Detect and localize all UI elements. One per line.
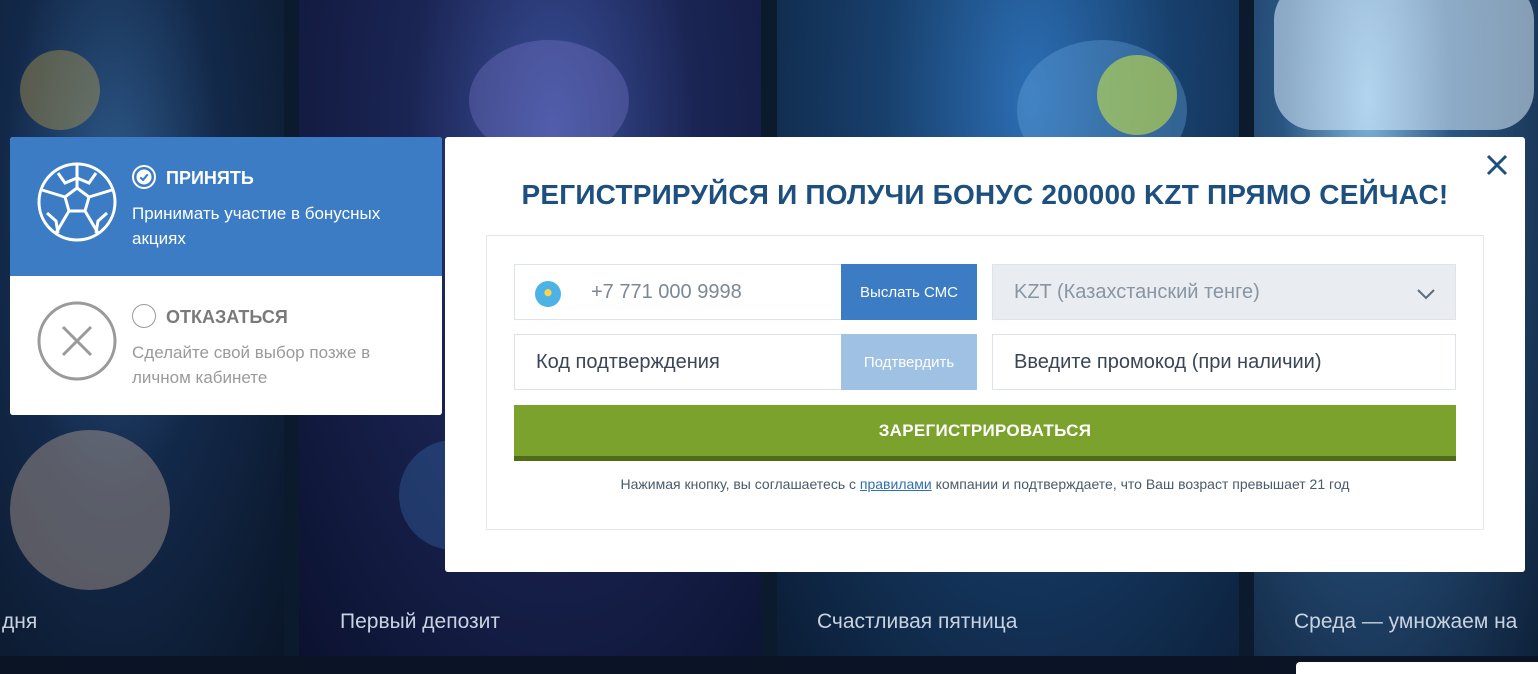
close-icon[interactable] bbox=[1483, 151, 1511, 179]
phone-number-input[interactable]: +7 771 000 9998 bbox=[591, 281, 742, 304]
registration-title: РЕГИСТРИРУЙСЯ И ПОЛУЧИ БОНУС 200000 KZT … bbox=[521, 179, 1449, 210]
currency-value: KZT (Казахстанский тенге) bbox=[1014, 281, 1260, 303]
currency-select[interactable]: KZT (Казахстанский тенге) bbox=[992, 264, 1456, 320]
decline-title: ОТКАЗАТЬСЯ bbox=[166, 307, 288, 327]
bonus-choice-panel: ПРИНЯТЬ Принимать участие в бонусных акц… bbox=[10, 137, 442, 415]
chevron-down-icon bbox=[1417, 289, 1435, 300]
kazakhstan-flag-icon[interactable] bbox=[535, 281, 561, 307]
confirmation-code-field[interactable]: Код подтверждения Подтвердить bbox=[514, 334, 977, 390]
promo-code-field[interactable]: Введите промокод (при наличии) bbox=[992, 334, 1456, 390]
registration-modal: РЕГИСТРИРУЙСЯ И ПОЛУЧИ БОНУС 200000 KZT … bbox=[445, 137, 1525, 572]
terms-after: компании и подтверждаете, что Ваш возрас… bbox=[931, 476, 1350, 492]
cross-circle-icon bbox=[37, 301, 117, 381]
terms-rules-link[interactable]: правилами bbox=[860, 476, 932, 492]
promo-tile-caption: Счастливая пятница bbox=[817, 610, 1018, 633]
terms-text: Нажимая кнопку, вы соглашаетесь с правил… bbox=[487, 476, 1483, 492]
decline-radio[interactable] bbox=[132, 304, 156, 328]
accept-bonus-option[interactable]: ПРИНЯТЬ Принимать участие в бонусных акц… bbox=[10, 137, 442, 276]
chat-widget-edge[interactable] bbox=[1296, 662, 1538, 674]
accept-description: Принимать участие в бонусных акциях bbox=[132, 204, 381, 248]
promo-tile-caption: Первый депозит bbox=[340, 610, 500, 633]
promo-code-input[interactable]: Введите промокод (при наличии) bbox=[1014, 351, 1322, 374]
accept-radio[interactable] bbox=[132, 165, 156, 189]
decline-bonus-option[interactable]: ОТКАЗАТЬСЯ Сделайте свой выбор позже в л… bbox=[10, 276, 442, 415]
accept-title: ПРИНЯТЬ bbox=[166, 168, 254, 188]
phone-field[interactable]: +7 771 000 9998 Выслать СМС bbox=[514, 264, 977, 320]
checkmark-icon bbox=[136, 169, 152, 185]
send-sms-button[interactable]: Выслать СМС bbox=[841, 264, 977, 320]
register-button[interactable]: ЗАРЕГИСТРИРОВАТЬСЯ bbox=[514, 405, 1456, 461]
confirmation-code-input[interactable]: Код подтверждения bbox=[536, 351, 720, 374]
promo-tile-caption: Среда — умножаем на bbox=[1294, 610, 1518, 633]
soccer-ball-icon bbox=[37, 162, 117, 242]
terms-before: Нажимая кнопку, вы соглашаетесь с bbox=[620, 476, 860, 492]
registration-form: +7 771 000 9998 Выслать СМС KZT (Казахст… bbox=[486, 235, 1484, 530]
promo-tile-caption: дня bbox=[2, 610, 38, 633]
decline-description: Сделайте свой выбор позже в личном кабин… bbox=[132, 343, 371, 387]
confirm-code-button[interactable]: Подтвердить bbox=[841, 334, 977, 390]
